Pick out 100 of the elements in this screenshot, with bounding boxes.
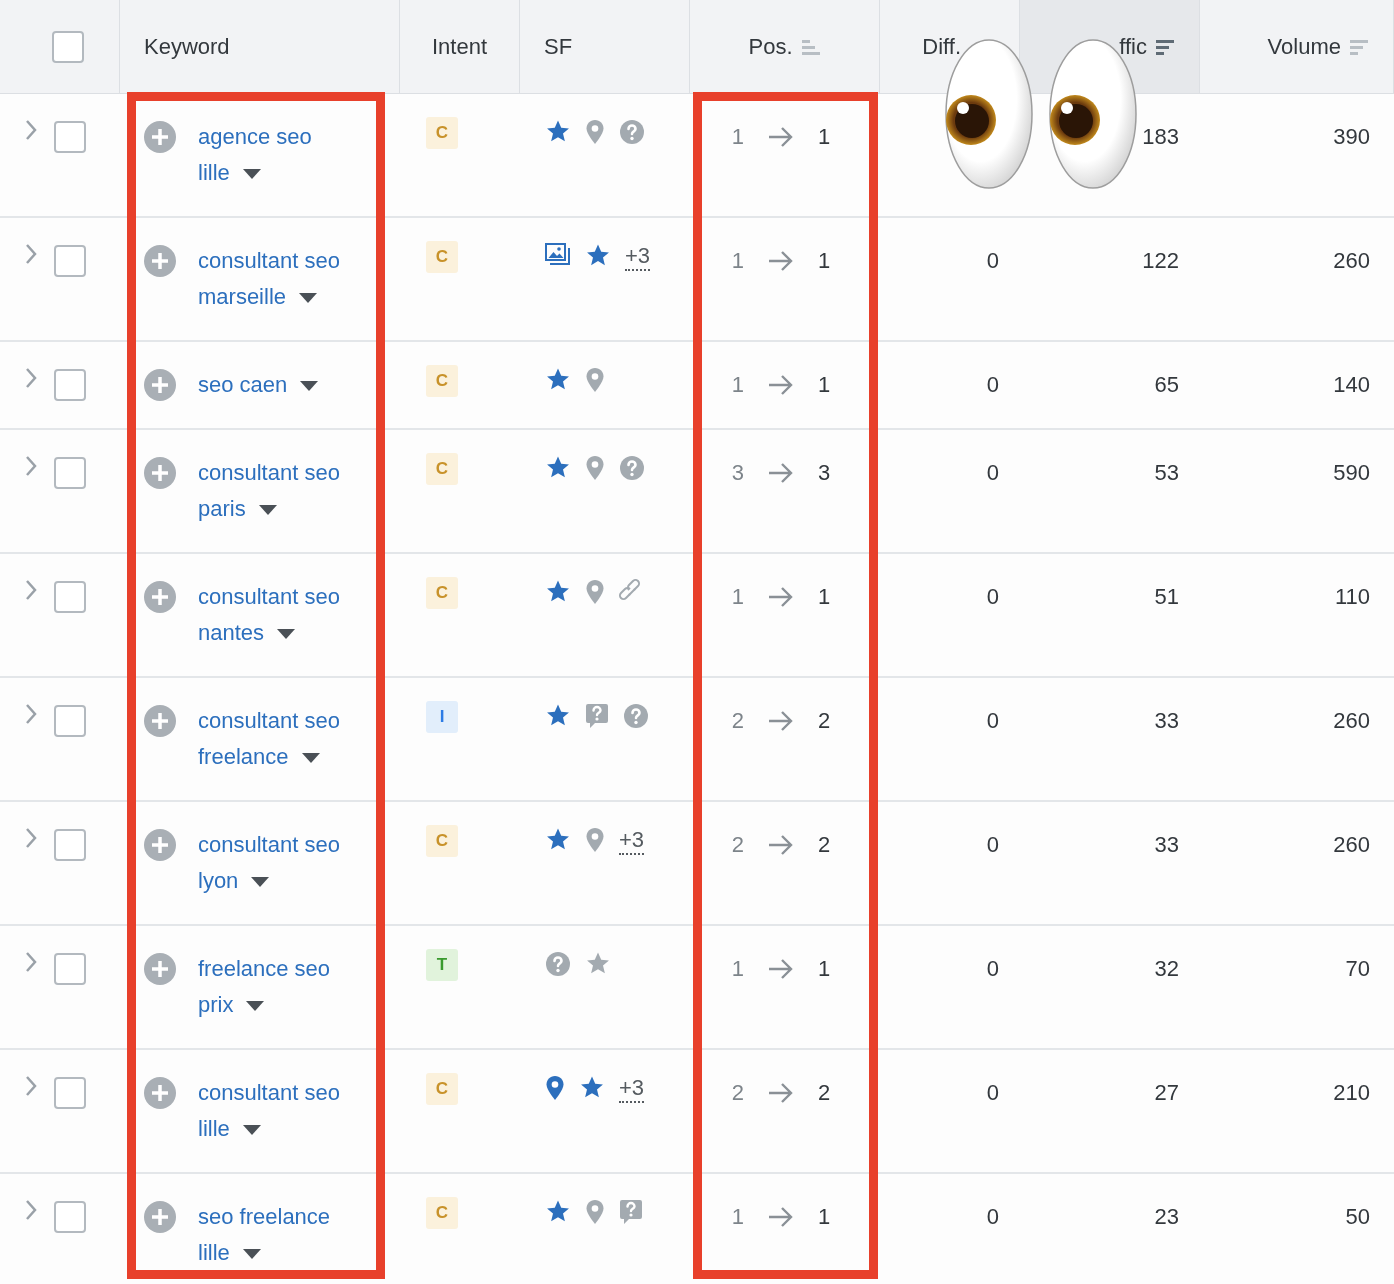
add-icon[interactable] (144, 953, 176, 985)
dropdown-caret-icon[interactable] (299, 380, 320, 393)
add-icon[interactable] (144, 121, 176, 153)
dropdown-caret-icon[interactable] (241, 1248, 262, 1261)
keyword-link[interactable]: consultant seo lyon (198, 827, 348, 899)
volume-value: 140 (1333, 371, 1370, 399)
volume-value: 110 (1334, 583, 1370, 611)
dropdown-caret-icon[interactable] (250, 876, 271, 889)
current-position: 2 (818, 1079, 831, 1107)
arrow-right-icon (768, 250, 794, 272)
row-checkbox[interactable] (54, 829, 86, 861)
keyword-link[interactable]: consultant seo nantes (198, 579, 348, 651)
select-all-checkbox[interactable] (51, 30, 84, 63)
keyword-link[interactable]: seo caen (198, 367, 348, 403)
add-icon[interactable] (144, 1077, 176, 1109)
traffic-value: 33 (1154, 831, 1179, 859)
dropdown-caret-icon[interactable] (298, 292, 319, 305)
previous-position: 1 (731, 123, 744, 151)
column-header[interactable]: Diff. (922, 30, 961, 63)
previous-position: 2 (731, 831, 744, 859)
add-icon[interactable] (144, 245, 176, 277)
chevron-right-icon[interactable] (24, 243, 38, 265)
dropdown-caret-icon[interactable] (257, 504, 278, 517)
chevron-right-icon[interactable] (24, 1199, 38, 1221)
dropdown-caret-icon[interactable] (241, 168, 262, 181)
volume-value: 260 (1333, 707, 1370, 735)
traffic-value: 32 (1154, 955, 1179, 983)
row-checkbox[interactable] (54, 457, 86, 489)
chevron-right-icon[interactable] (24, 119, 38, 141)
keyword-link[interactable]: agence seo lille (198, 119, 348, 191)
intent-tag: T (426, 949, 458, 981)
intent-tag: C (426, 453, 458, 485)
traffic-value: 23 (1154, 1203, 1179, 1231)
chevron-right-icon[interactable] (24, 367, 38, 389)
current-position: 1 (818, 123, 831, 151)
arrow-right-icon (768, 374, 794, 396)
dropdown-caret-icon[interactable] (241, 1124, 262, 1137)
column-header[interactable]: SF (544, 30, 573, 63)
chevron-right-icon[interactable] (24, 455, 38, 477)
intent-tag: C (426, 577, 458, 609)
row-checkbox[interactable] (54, 581, 86, 613)
chevron-right-icon[interactable] (24, 1075, 38, 1097)
intent-tag: C (426, 1197, 458, 1229)
previous-position: 1 (731, 583, 744, 611)
previous-position: 1 (731, 247, 744, 275)
row-checkbox[interactable] (54, 1201, 86, 1233)
volume-value: 260 (1333, 831, 1370, 859)
traffic-value: 27 (1154, 1079, 1179, 1107)
add-icon[interactable] (144, 369, 176, 401)
arrow-right-icon (768, 462, 794, 484)
previous-position: 1 (731, 1203, 744, 1231)
current-position: 1 (818, 583, 831, 611)
previous-position: 1 (731, 371, 744, 399)
add-icon[interactable] (144, 705, 176, 737)
row-checkbox[interactable] (54, 1077, 86, 1109)
more-features-link[interactable]: +3 (625, 243, 651, 271)
chevron-right-icon[interactable] (24, 579, 38, 601)
previous-position: 3 (731, 459, 744, 487)
add-icon[interactable] (144, 829, 176, 861)
add-icon[interactable] (144, 1201, 176, 1233)
column-header[interactable]: ffic (1119, 30, 1147, 63)
row-checkbox[interactable] (54, 121, 86, 153)
volume-value: 50 (1345, 1203, 1370, 1231)
chevron-right-icon[interactable] (24, 951, 38, 973)
difficulty-value: 0 (986, 831, 999, 859)
current-position: 1 (818, 955, 831, 983)
column-header[interactable]: Keyword (144, 30, 230, 63)
arrow-right-icon (768, 586, 794, 608)
difficulty-value: 0 (986, 583, 999, 611)
more-features-link[interactable]: +3 (619, 1075, 645, 1103)
keyword-link[interactable]: consultant seo paris (198, 455, 348, 527)
dropdown-caret-icon[interactable] (245, 1000, 266, 1013)
row-checkbox[interactable] (54, 953, 86, 985)
chevron-right-icon[interactable] (24, 827, 38, 849)
volume-value: 210 (1333, 1079, 1370, 1107)
arrow-right-icon (768, 958, 794, 980)
column-header[interactable]: Intent (431, 30, 487, 63)
dropdown-caret-icon[interactable] (276, 628, 297, 641)
keyword-link[interactable]: consultant seo marseille (198, 243, 348, 315)
add-icon[interactable] (144, 581, 176, 613)
difficulty-value: 0 (986, 247, 999, 275)
row-checkbox[interactable] (54, 245, 86, 277)
row-checkbox[interactable] (54, 369, 86, 401)
volume-value: 70 (1345, 955, 1370, 983)
more-features-link[interactable]: +3 (619, 827, 645, 855)
keyword-link[interactable]: consultant seo lille (198, 1075, 348, 1147)
chevron-right-icon[interactable] (24, 703, 38, 725)
column-header[interactable]: Pos. (748, 30, 793, 63)
difficulty-value: 0 (986, 1203, 999, 1231)
keyword-link[interactable]: consultant seo freelance (198, 703, 348, 775)
keyword-link[interactable]: freelance seo prix (198, 951, 348, 1023)
dropdown-caret-icon[interactable] (300, 752, 321, 765)
current-position: 3 (818, 459, 831, 487)
previous-position: 1 (731, 955, 744, 983)
add-icon[interactable] (144, 457, 176, 489)
intent-tag: C (426, 241, 458, 273)
sort-icon[interactable] (1155, 37, 1175, 56)
keyword-link[interactable]: seo freelance lille (198, 1199, 348, 1271)
column-header[interactable]: Volume (1267, 30, 1341, 63)
row-checkbox[interactable] (54, 705, 86, 737)
